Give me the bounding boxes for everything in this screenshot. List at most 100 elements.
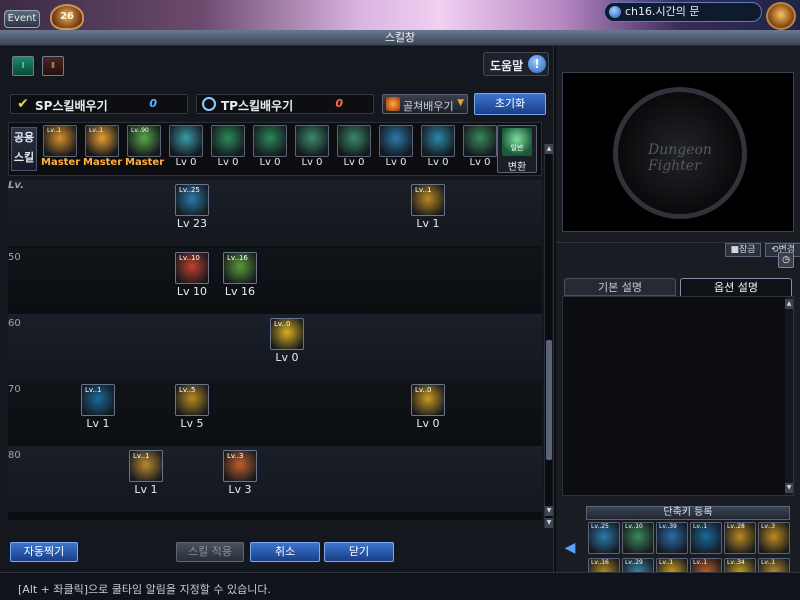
skill-level: Lv 0 bbox=[427, 157, 449, 168]
reset-button[interactable]: 초기화 bbox=[474, 93, 546, 115]
tp-points-value: 0 bbox=[335, 97, 343, 110]
skill-tab-1[interactable]: Ⅰ bbox=[12, 56, 34, 76]
common-skill-slot[interactable]: Lv 0 bbox=[293, 125, 331, 173]
sp-learn-toggle[interactable]: ✔ SP스킬배우기 0 bbox=[10, 94, 188, 114]
shortcut-level-tag: Lv..28 bbox=[727, 523, 745, 530]
tab-basic-description[interactable]: 기본 설명 bbox=[564, 278, 676, 296]
level-column-header: Lv. bbox=[8, 180, 24, 191]
common-skill-label: 공용 스킬 bbox=[11, 127, 37, 171]
check-icon: ✔ bbox=[17, 96, 29, 112]
common-skill-slot[interactable]: Lv 0 bbox=[251, 125, 289, 173]
scroll-up-icon[interactable]: ▲ bbox=[545, 144, 553, 154]
skill-level: Master bbox=[125, 157, 165, 168]
skill-icon: Lv..1 bbox=[43, 125, 77, 157]
skill-level-tag: Lv..25 bbox=[179, 186, 200, 194]
shortcut-slot[interactable]: Lv..39 bbox=[656, 522, 688, 554]
shortcut-level-tag: Lv..1 bbox=[693, 523, 708, 530]
shortcut-slot[interactable]: Lv..25 bbox=[588, 522, 620, 554]
skill-level: Master bbox=[41, 157, 81, 168]
scroll-end-icon[interactable]: ▼ bbox=[545, 518, 553, 528]
auto-assign-button[interactable]: 자동찍기 bbox=[10, 542, 78, 562]
common-skill-slot[interactable]: Lv..90 Master bbox=[125, 125, 165, 173]
skill-icon bbox=[463, 125, 497, 157]
skill-level: Lv 0 bbox=[217, 157, 239, 168]
common-skill-slot[interactable]: Lv 0 bbox=[377, 125, 415, 173]
tip-bar: [Alt + 좌클릭]으로 쿨타임 알림을 지정할 수 있습니다. bbox=[0, 572, 800, 600]
band-level-label: 80 bbox=[8, 450, 21, 461]
common-skill-slot[interactable]: Lv 0 bbox=[167, 125, 205, 173]
skill-level-tag: Lv..10 bbox=[179, 254, 200, 262]
help-button[interactable]: 도움말 ! bbox=[483, 52, 549, 76]
skill-level-tag: Lv..3 bbox=[227, 452, 244, 460]
convert-button[interactable]: 일반 변환 bbox=[497, 125, 537, 173]
skill-level-tag: Lv..0 bbox=[274, 320, 291, 328]
common-skill-slot[interactable]: Lv..1 Master bbox=[41, 125, 81, 173]
tree-skill-slot[interactable]: Lv..0 Lv 0 bbox=[269, 318, 305, 366]
skill-icon: Lv..90 bbox=[127, 125, 161, 157]
skill-tab-2[interactable]: Ⅱ bbox=[42, 56, 64, 76]
skill-icon: Lv..1 bbox=[129, 450, 163, 482]
shortcut-slot[interactable]: Lv..1 bbox=[690, 522, 722, 554]
scroll-down-icon[interactable]: ▼ bbox=[545, 506, 553, 516]
skill-icon bbox=[211, 125, 245, 157]
skill-icon bbox=[253, 125, 287, 157]
skill-level: Lv 0 bbox=[259, 157, 281, 168]
common-skill-slot[interactable]: Lv 0 bbox=[419, 125, 457, 173]
tree-skill-slot[interactable]: Lv..16 Lv 16 bbox=[222, 252, 258, 300]
scroll-up-icon[interactable]: ▲ bbox=[785, 299, 793, 309]
help-label: 도움말 bbox=[490, 59, 524, 73]
skill-icon: Lv..1 bbox=[81, 384, 115, 416]
tp-learn-toggle[interactable]: TP스킬배우기 0 bbox=[196, 94, 374, 114]
close-button[interactable]: 닫기 bbox=[324, 542, 394, 562]
tree-skill-slot[interactable]: Lv..1 Lv 1 bbox=[128, 450, 164, 498]
skill-level-tag: Lv..1 bbox=[133, 452, 150, 460]
skill-level: Lv 23 bbox=[176, 217, 208, 230]
logo-text: Dungeon Fighter bbox=[648, 142, 712, 174]
channel-indicator[interactable]: ch16.시간의 문 bbox=[604, 2, 762, 22]
shortcut-register-label: 단축키 등록 bbox=[586, 506, 790, 520]
tp-learn-label: TP스킬배우기 bbox=[221, 99, 294, 113]
tree-skill-slot[interactable]: Lv..3 Lv 3 bbox=[222, 450, 258, 498]
convert-label: 변환 bbox=[507, 162, 527, 173]
shortcut-slot[interactable]: Lv..28 bbox=[724, 522, 756, 554]
shortcut-prev-icon[interactable]: ◀ bbox=[564, 536, 576, 560]
tab-option-description[interactable]: 옵션 설명 bbox=[680, 278, 792, 296]
clock-icon[interactable]: ◷ bbox=[778, 252, 794, 268]
tree-skill-slot[interactable]: Lv..1 Lv 1 bbox=[410, 184, 446, 232]
skill-level: Master bbox=[83, 157, 123, 168]
common-skill-slot[interactable]: Lv 0 bbox=[335, 125, 373, 173]
common-skill-slot[interactable]: Lv 0 bbox=[461, 125, 499, 173]
skill-icon: Lv..3 bbox=[223, 450, 257, 482]
description-scrollbar[interactable]: ▲ ▼ bbox=[785, 297, 793, 495]
convert-icon: 일반 bbox=[502, 128, 532, 156]
shortcut-level-tag: Lv..1 bbox=[761, 559, 776, 566]
system-menu-button[interactable] bbox=[766, 2, 796, 30]
common-skill-slot[interactable]: Lv 0 bbox=[209, 125, 247, 173]
shortcut-slot[interactable]: Lv..3 bbox=[758, 522, 790, 554]
skill-icon bbox=[379, 125, 413, 157]
skill-level: Lv 0 bbox=[343, 157, 365, 168]
selective-learn-label: 골쳐배우기 bbox=[403, 100, 454, 113]
common-skill-slot[interactable]: Lv..1 Master bbox=[83, 125, 123, 173]
skill-icon: Lv..10 bbox=[175, 252, 209, 284]
cancel-button[interactable]: 취소 bbox=[250, 542, 320, 562]
skill-level-tag: Lv..5 bbox=[179, 386, 196, 394]
skill-level: Lv 0 bbox=[301, 157, 323, 168]
skill-level: Lv 3 bbox=[228, 483, 252, 496]
character-level-badge[interactable]: 26 bbox=[50, 4, 84, 30]
skill-level: Lv 0 bbox=[469, 157, 491, 168]
selective-learn-dropdown[interactable]: 골쳐배우기 ▼ bbox=[382, 94, 468, 114]
skill-level-tag: Lv..1 bbox=[415, 186, 432, 194]
tree-skill-slot[interactable]: Lv..5 Lv 5 bbox=[174, 384, 210, 432]
scroll-down-icon[interactable]: ▼ bbox=[785, 483, 793, 493]
tree-skill-slot[interactable]: Lv..10 Lv 10 bbox=[174, 252, 210, 300]
lock-button[interactable]: ■잠금 bbox=[725, 243, 761, 257]
tree-skill-slot[interactable]: Lv..0 Lv 0 bbox=[410, 384, 446, 432]
apply-skill-button[interactable]: 스킬 적용 bbox=[176, 542, 244, 562]
scroll-thumb[interactable] bbox=[546, 340, 552, 460]
shortcut-slot[interactable]: Lv..10 bbox=[622, 522, 654, 554]
event-button[interactable]: Event bbox=[4, 10, 40, 28]
skill-tree-scrollbar[interactable]: ▲ ▼ ▼ bbox=[544, 144, 553, 528]
tree-skill-slot[interactable]: Lv..25 Lv 23 bbox=[174, 184, 210, 232]
tree-skill-slot[interactable]: Lv..1 Lv 1 bbox=[80, 384, 116, 432]
